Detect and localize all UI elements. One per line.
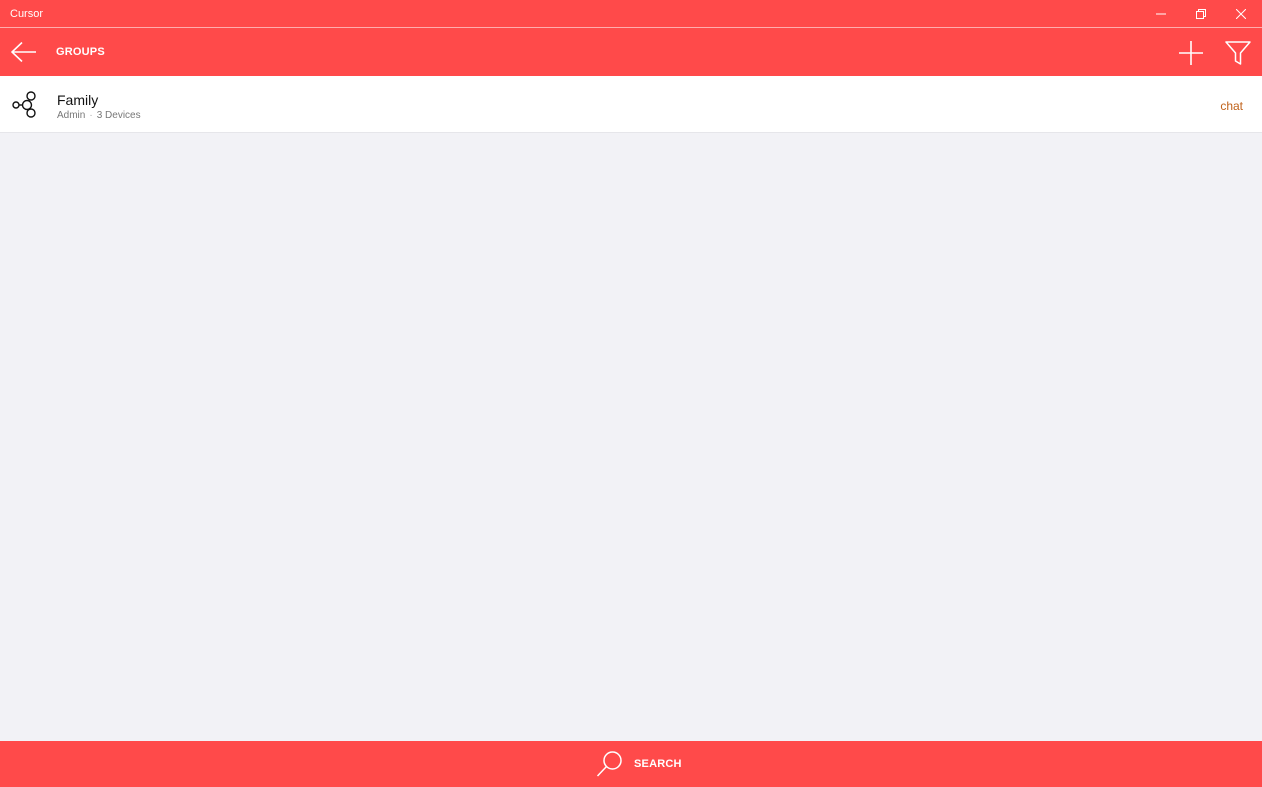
group-meta: Admin · 3 Devices bbox=[57, 110, 141, 122]
page-title: GROUPS bbox=[56, 46, 105, 58]
title-bar: Cursor bbox=[0, 0, 1262, 28]
list-item[interactable]: Family Admin · 3 Devices chat bbox=[0, 76, 1262, 133]
restore-icon bbox=[1196, 9, 1206, 19]
group-role: Admin bbox=[57, 110, 86, 121]
plus-icon bbox=[1179, 41, 1203, 65]
app-header: GROUPS bbox=[0, 28, 1262, 76]
search-button[interactable]: SEARCH bbox=[596, 749, 682, 779]
app-window: Cursor GROUPS Family Admin · 3 Devices c… bbox=[0, 0, 1262, 787]
search-icon bbox=[596, 751, 622, 777]
app-title: Cursor bbox=[10, 8, 44, 20]
chat-link[interactable]: chat bbox=[1220, 99, 1243, 113]
back-button[interactable] bbox=[8, 38, 40, 66]
close-button[interactable] bbox=[1221, 0, 1261, 28]
restore-button[interactable] bbox=[1181, 0, 1221, 28]
arrow-left-icon bbox=[11, 42, 36, 62]
minimize-button[interactable] bbox=[1141, 0, 1181, 28]
group-list: Family Admin · 3 Devices chat bbox=[0, 76, 1262, 133]
filter-button[interactable] bbox=[1223, 38, 1253, 68]
filter-icon bbox=[1225, 41, 1251, 65]
search-label: SEARCH bbox=[634, 758, 682, 770]
add-group-button[interactable] bbox=[1176, 38, 1206, 68]
share-nodes-icon bbox=[12, 91, 36, 118]
group-name: Family bbox=[57, 92, 99, 108]
close-icon bbox=[1236, 9, 1246, 19]
minimize-icon bbox=[1156, 13, 1166, 15]
group-devices: 3 Devices bbox=[96, 110, 141, 121]
bottom-app-bar: SEARCH bbox=[0, 741, 1262, 787]
separator-dot: · bbox=[89, 110, 93, 121]
